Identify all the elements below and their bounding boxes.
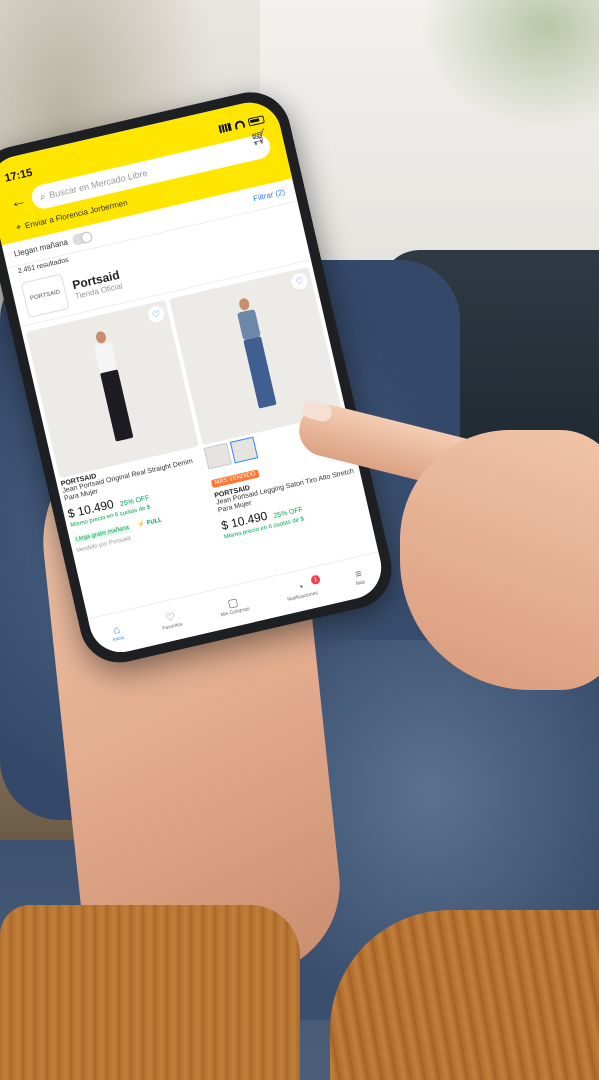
back-arrow-icon[interactable]: ← [9, 192, 29, 213]
favorite-heart-icon[interactable]: ♡ [289, 271, 310, 291]
signal-icon [218, 122, 232, 134]
model-figure [230, 296, 282, 419]
nav-item-mis-compras[interactable]: ▢ Mis Compras [217, 594, 250, 618]
wifi-icon [233, 119, 246, 130]
location-pin-icon: ⌖ [15, 221, 23, 233]
battery-icon [247, 115, 265, 127]
search-icon: ⌕ [38, 190, 47, 203]
nav-item-notificaciones[interactable]: ◔ 1 Notificaciones [284, 574, 321, 603]
full-badge: ⚡ FULL [137, 517, 163, 529]
thumbnail-selected[interactable] [229, 436, 259, 464]
nav-item-mas[interactable]: ≡ Más [353, 568, 366, 587]
nav-item-favoritos[interactable]: ♡ Favoritos [159, 610, 183, 632]
thumbnail[interactable] [203, 442, 232, 470]
favorite-heart-icon[interactable]: ♡ [146, 304, 166, 324]
arrives-tomorrow-toggle[interactable] [71, 230, 94, 247]
filter-button[interactable]: Filtrar (2) [252, 187, 286, 203]
background-leaf [420, 0, 599, 130]
notification-badge: 1 [309, 574, 321, 586]
left-sweater-sleeve [0, 905, 300, 1080]
photo-scene: 17:15 🛒︎ ← ⌕ Buscar en Mercado Libre ⌖ E… [0, 0, 599, 1080]
store-logo: PORTSAID [20, 273, 70, 319]
product-image[interactable]: ♡ [25, 299, 199, 479]
status-time: 17:15 [3, 166, 34, 185]
nav-item-inicio[interactable]: ⌂ Inicio [110, 623, 125, 644]
model-figure [86, 329, 138, 452]
